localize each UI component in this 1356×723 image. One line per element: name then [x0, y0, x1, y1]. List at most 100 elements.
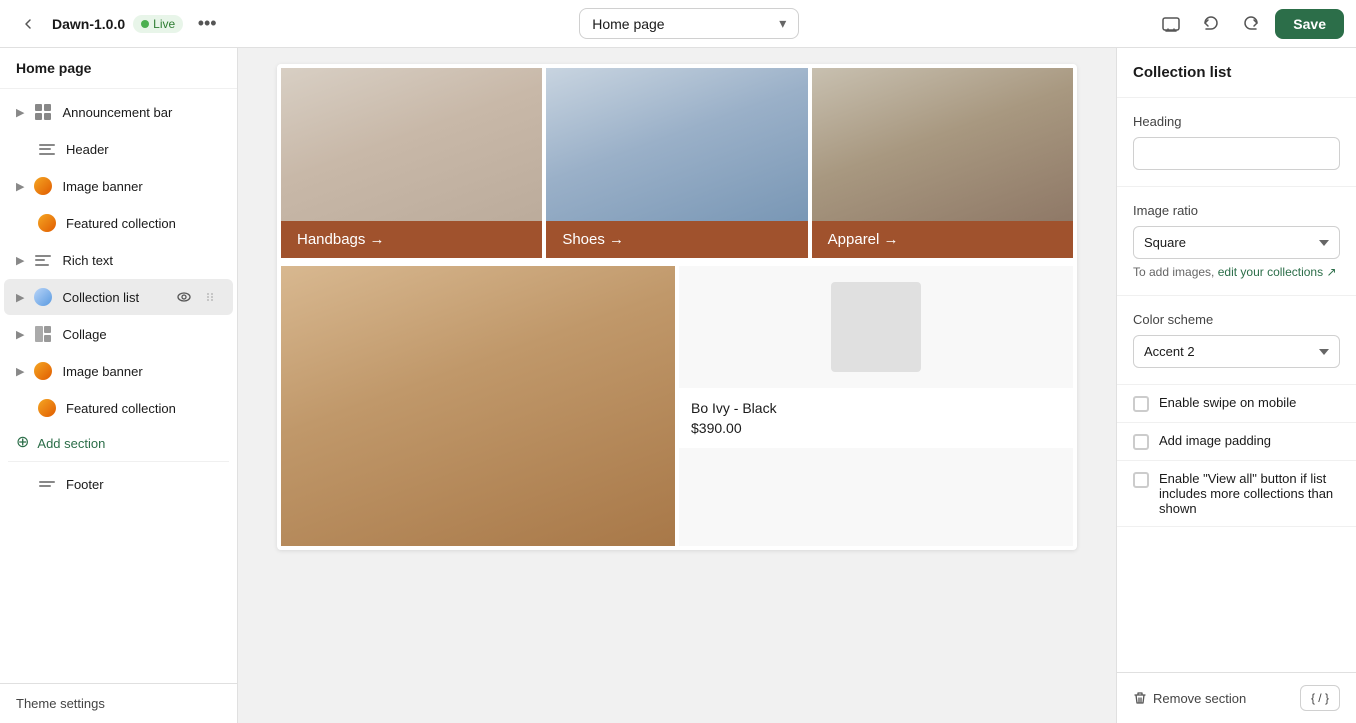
main-area: Home page ▶ Announcement bar Header ▶ [0, 48, 1356, 723]
hint-text: To add images, [1133, 265, 1218, 279]
sidebar-item-actions [173, 286, 221, 308]
rich-text-icon [32, 249, 54, 271]
sidebar-item-label: Announcement bar [62, 105, 221, 120]
live-label: Live [153, 17, 175, 31]
expand-arrow-icon: ▶ [16, 106, 24, 119]
sidebar-item-image-banner-2[interactable]: ▶ Image banner [4, 353, 233, 389]
page-selector[interactable]: Home page ▾ [579, 8, 799, 39]
enable-swipe-checkbox[interactable] [1133, 396, 1149, 412]
collection-card-handbags[interactable]: Handbags → [281, 68, 542, 258]
topbar-center: Home page ▾ [231, 8, 1147, 39]
code-editor-button[interactable]: { / } [1300, 685, 1340, 711]
sidebar-item-image-banner[interactable]: ▶ Image banner [4, 168, 233, 204]
enable-swipe-label: Enable swipe on mobile [1159, 395, 1296, 410]
undo-button[interactable] [1195, 8, 1227, 40]
sidebar-item-footer[interactable]: Footer [4, 466, 233, 502]
collage-icon [32, 323, 54, 345]
sidebar-item-collection-list[interactable]: ▶ Collection list [4, 279, 233, 315]
sidebar-item-label: Featured collection [66, 216, 221, 231]
product-name: Bo Ivy - Black [691, 400, 1061, 416]
sidebar-header: Home page [0, 48, 237, 89]
visibility-toggle-button[interactable] [173, 286, 195, 308]
right-panel: Collection list Heading Image ratio Squa… [1116, 48, 1356, 723]
color-scheme-section: Color scheme Accent 2 Accent 1 Backgroun… [1117, 296, 1356, 385]
product-info: Bo Ivy - Black $390.00 [679, 388, 1073, 448]
sidebar: Home page ▶ Announcement bar Header ▶ [0, 48, 238, 723]
expand-arrow-icon: ▶ [16, 328, 24, 341]
image-ratio-section: Image ratio Square Portrait Landscape Ad… [1117, 187, 1356, 296]
product-card-bag[interactable]: Bo Ivy - Black $390.00 [679, 266, 1073, 546]
page-selector-label: Home page [592, 16, 664, 32]
edit-collections-link[interactable]: edit your collections ↗ [1218, 265, 1337, 279]
sidebar-item-featured-collection[interactable]: Featured collection [4, 205, 233, 241]
drag-handle-button[interactable] [199, 286, 221, 308]
image-ratio-select[interactable]: Square Portrait Landscape Adapt to image [1133, 226, 1340, 259]
add-image-padding-checkbox[interactable] [1133, 434, 1149, 450]
save-button[interactable]: Save [1275, 9, 1344, 39]
sidebar-item-rich-text[interactable]: ▶ Rich text [4, 242, 233, 278]
sidebar-list: ▶ Announcement bar Header ▶ [0, 89, 237, 683]
sidebar-item-label: Header [66, 142, 221, 157]
product-card-sweater[interactable] [281, 266, 675, 546]
sidebar-item-featured-collection-2[interactable]: Featured collection [4, 390, 233, 426]
redo-button[interactable] [1235, 8, 1267, 40]
collection-name-handbags: Handbags → [297, 231, 385, 248]
sidebar-item-announcement-bar[interactable]: ▶ Announcement bar [4, 94, 233, 130]
sidebar-item-label: Footer [66, 477, 221, 492]
footer-icon [36, 473, 58, 495]
color-scheme-label: Color scheme [1133, 312, 1340, 327]
featured-collection-icon [36, 212, 58, 234]
right-panel-bottom: Remove section { / } [1117, 672, 1356, 723]
header-icon [36, 138, 58, 160]
product-thumbnail [831, 282, 921, 372]
enable-view-all-section: Enable "View all" button if list include… [1117, 461, 1356, 527]
add-section-label: Add section [37, 436, 105, 451]
product-price: $390.00 [691, 420, 1061, 436]
more-button[interactable]: ••• [191, 8, 223, 40]
collection-card-shoes[interactable]: Shoes → [546, 68, 807, 258]
collection-list-icon [32, 286, 54, 308]
add-image-padding-section: Add image padding [1117, 423, 1356, 461]
theme-settings-button[interactable]: Theme settings [0, 683, 237, 723]
site-name: Dawn-1.0.0 [52, 16, 125, 32]
right-panel-title: Collection list [1117, 48, 1356, 98]
sidebar-item-label: Image banner [62, 364, 221, 379]
back-button[interactable] [12, 8, 44, 40]
image-hint: To add images, edit your collections ↗ [1133, 265, 1340, 279]
live-dot [141, 20, 149, 28]
collection-card-apparel[interactable]: Apparel → [812, 68, 1073, 258]
collection-label-apparel: Apparel → [812, 221, 1073, 258]
collection-name-apparel: Apparel → [828, 231, 899, 248]
image-banner-2-icon [32, 360, 54, 382]
add-section-button[interactable]: ⊕ Add section [0, 427, 237, 459]
product-section: Bo Ivy - Black $390.00 [277, 262, 1077, 550]
heading-input[interactable] [1133, 137, 1340, 170]
featured-collection-2-icon [36, 397, 58, 419]
topbar: Dawn-1.0.0 Live ••• Home page ▾ Save [0, 0, 1356, 48]
live-badge: Live [133, 15, 183, 33]
remove-section-label: Remove section [1153, 691, 1246, 706]
sidebar-item-collage[interactable]: ▶ Collage [4, 316, 233, 352]
expand-arrow-icon: ▶ [16, 291, 24, 304]
plus-icon: ⊕ [16, 435, 29, 451]
collection-name-shoes: Shoes → [562, 231, 624, 248]
enable-view-all-label: Enable "View all" button if list include… [1159, 471, 1340, 516]
add-image-padding-label: Add image padding [1159, 433, 1271, 448]
enable-swipe-section: Enable swipe on mobile [1117, 385, 1356, 423]
code-label: { / } [1311, 691, 1329, 705]
preview-button[interactable] [1155, 8, 1187, 40]
sidebar-item-header[interactable]: Header [4, 131, 233, 167]
sidebar-item-label: Collage [62, 327, 221, 342]
topbar-actions: Save [1155, 8, 1344, 40]
sidebar-item-label: Collection list [62, 290, 165, 305]
canvas: Handbags → Shoes → Apparel → [238, 48, 1116, 723]
color-scheme-select[interactable]: Accent 2 Accent 1 Background 1 Backgroun… [1133, 335, 1340, 368]
image-ratio-label: Image ratio [1133, 203, 1340, 218]
enable-view-all-checkbox[interactable] [1133, 472, 1149, 488]
announcement-bar-icon [32, 101, 54, 123]
remove-section-button[interactable]: Remove section [1133, 691, 1246, 706]
sidebar-item-label: Featured collection [66, 401, 221, 416]
image-banner-icon [32, 175, 54, 197]
expand-arrow-icon: ▶ [16, 365, 24, 378]
collection-grid: Handbags → Shoes → Apparel → [277, 64, 1077, 262]
